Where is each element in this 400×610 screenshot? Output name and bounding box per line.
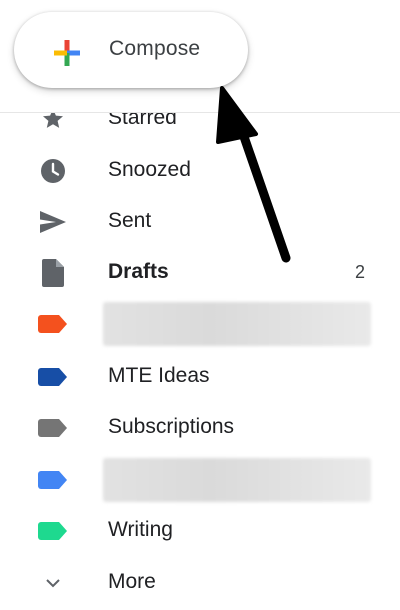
- label-icon: [38, 467, 68, 493]
- draft-icon: [38, 259, 68, 287]
- redacted-label-blur: [103, 458, 371, 502]
- sidebar-item-label: Sent: [108, 209, 152, 232]
- sidebar-item-writing[interactable]: Writing: [0, 505, 390, 557]
- sidebar-item-drafts[interactable]: Drafts 2: [0, 247, 390, 299]
- plus-icon: [54, 40, 80, 66]
- compose-button[interactable]: Compose: [14, 12, 248, 88]
- sidebar-item-label: Drafts: [108, 260, 169, 283]
- drafts-count-badge: 2: [354, 262, 365, 282]
- sidebar-item-label: Subscriptions: [108, 415, 235, 438]
- send-icon: [38, 209, 68, 235]
- sidebar-item-label: More: [108, 570, 156, 593]
- star-icon: [38, 113, 68, 132]
- nav-scroll-area[interactable]: Starred Snoozed Sent Drafts 2 MTE Ideas …: [0, 113, 400, 610]
- sidebar-item-label-redacted[interactable]: [0, 454, 390, 506]
- sidebar-item-label: Writing: [108, 518, 173, 541]
- sidebar-item-label: Snoozed: [108, 158, 191, 181]
- chevron-down-icon: [38, 570, 68, 596]
- sidebar-item-sent[interactable]: Sent: [0, 196, 390, 248]
- sidebar-nav: Starred Snoozed Sent Drafts 2 MTE Ideas …: [0, 0, 400, 610]
- sidebar-item-starred[interactable]: Starred: [0, 113, 390, 145]
- sidebar-item-mte-ideas[interactable]: MTE Ideas: [0, 351, 390, 403]
- sidebar-item-snoozed[interactable]: Snoozed: [0, 145, 390, 197]
- sidebar-item-label: MTE Ideas: [108, 364, 210, 387]
- sidebar-item-label: Starred: [108, 113, 177, 129]
- sidebar-item-label-redacted[interactable]: [0, 298, 390, 350]
- sidebar-item-subscriptions[interactable]: Subscriptions: [0, 402, 390, 454]
- redacted-label-blur: [103, 302, 371, 346]
- compose-label: Compose: [109, 37, 201, 60]
- clock-icon: [38, 158, 68, 184]
- sidebar-item-more[interactable]: More: [0, 557, 390, 609]
- label-icon: [38, 415, 68, 441]
- label-icon: [38, 311, 68, 337]
- label-icon: [38, 364, 68, 390]
- label-icon: [38, 518, 68, 544]
